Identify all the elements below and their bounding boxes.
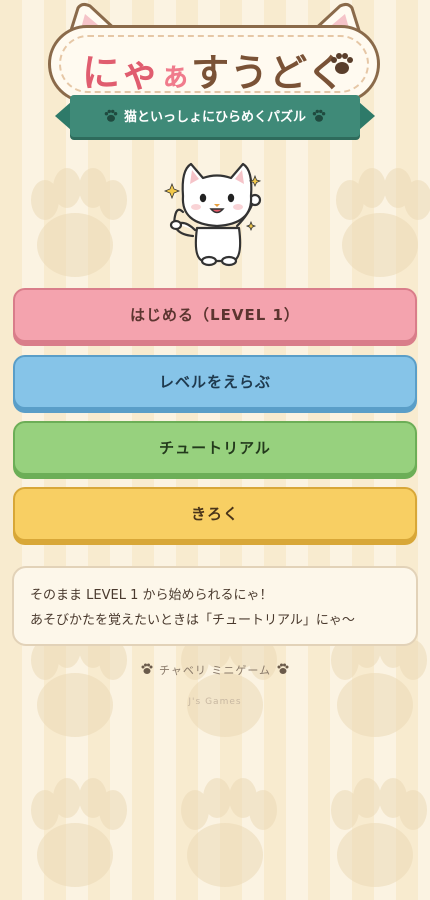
hint-line-1: そのまま LEVEL 1 から始められるにゃ！ xyxy=(30,588,273,603)
paw-icon xyxy=(141,663,153,674)
title-part-small-a: ぁ xyxy=(160,59,192,94)
subtitle: 猫といっしょにひらめくパズル xyxy=(123,110,306,125)
tutorial-button[interactable]: チュートリアル xyxy=(13,421,417,475)
ribbon-tail-right xyxy=(359,102,375,130)
ribbon-tail-left xyxy=(55,102,71,130)
subtitle-ribbon: 猫といっしょにひらめくパズル xyxy=(70,95,360,137)
title-screen: にゃぁすうどく 猫といっしょにひらめくパズル はじめる（LEVEL 1） レベル… xyxy=(0,0,430,900)
paw-icon xyxy=(331,53,353,74)
select-level-button[interactable]: レベルをえらぶ xyxy=(13,355,417,409)
paw-icon xyxy=(312,109,325,122)
records-button[interactable]: きろく xyxy=(13,487,417,541)
cat-mascot-icon xyxy=(163,162,262,267)
paw-icon xyxy=(105,109,118,122)
hint-message-box: そのまま LEVEL 1 から始められるにゃ！ あそびかたを覚えたいときは「チュ… xyxy=(12,566,418,646)
developer-credit: J's Games xyxy=(188,697,242,707)
title-part-sudoku: すうどく xyxy=(191,51,346,95)
paw-icon xyxy=(277,663,289,674)
start-level-1-button[interactable]: はじめる（LEVEL 1） xyxy=(13,288,417,342)
series-name: チャベリ ミニゲーム xyxy=(158,664,272,677)
title-part-nya: にゃ xyxy=(82,51,161,95)
hint-line-2: あそびかたを覚えたいときは「チュートリアル」にゃ〜 xyxy=(30,613,355,628)
series-footer: チャベリ ミニゲーム xyxy=(0,662,430,678)
